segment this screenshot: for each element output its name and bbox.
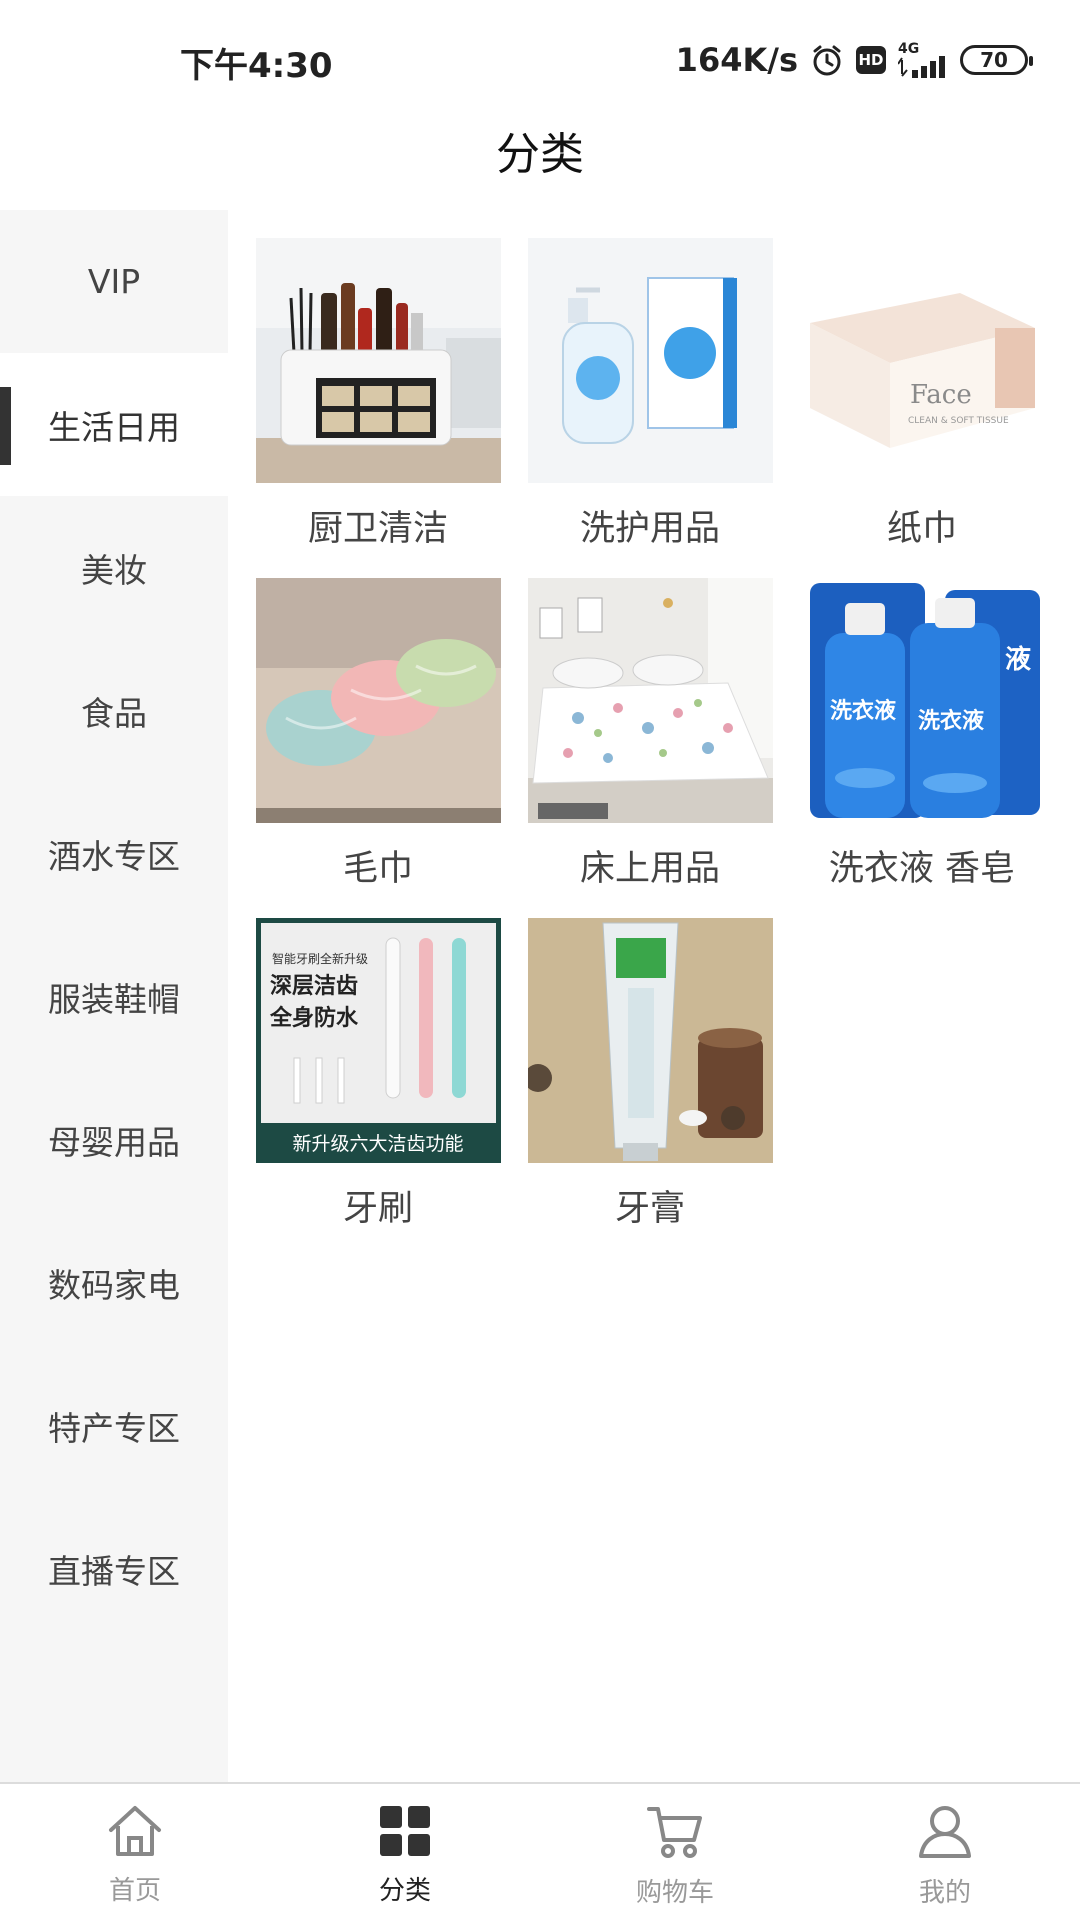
sidebar-item-label: 母婴用品 — [48, 1122, 180, 1162]
hd-icon: HD — [856, 46, 886, 74]
tab-label: 我的 — [918, 1878, 971, 1908]
detergent-brand-text: 洗衣液 — [830, 698, 896, 724]
tissue-sub-text: CLEAN & SOFT TISSUE — [908, 416, 1009, 426]
category-label: 纸巾 — [886, 509, 957, 549]
sidebar-item-label: 美妆 — [81, 550, 147, 590]
toothbrush-line3: 全身防水 — [269, 1005, 359, 1031]
sidebar-item-beauty[interactable]: 美妆 — [0, 496, 228, 639]
sidebar-item-label: 服装鞋帽 — [48, 979, 180, 1019]
tab-label: 购物车 — [635, 1878, 714, 1908]
toothbrush-line1: 智能牙刷全新升级 — [272, 951, 368, 966]
toothbrush-banner: 新升级六大洁齿功能 — [292, 1133, 463, 1155]
tab-home[interactable]: 首页 — [0, 1784, 270, 1920]
category-label: 牙刷 — [342, 1189, 413, 1229]
laundry-detergent-image: 液 洗衣液 洗衣液 — [800, 578, 1045, 823]
category-label: 洗衣液 香皂 — [828, 849, 1016, 889]
category-tile-tissue[interactable]: Face CLEAN & SOFT TISSUE 纸巾 — [772, 210, 1045, 549]
towels-image — [256, 578, 501, 823]
category-sidebar: VIP 生活日用 美妆 食品 酒水专区 服装鞋帽 母婴用品 数码家电 特产专区 … — [0, 210, 228, 1782]
category-label: 洗护用品 — [579, 509, 720, 549]
status-bar: 下午4:30 164K/s HD 4G 70 — [0, 0, 1080, 120]
sidebar-item-specialty[interactable]: 特产专区 — [0, 1354, 228, 1497]
sidebar-item-electronics[interactable]: 数码家电 — [0, 1211, 228, 1354]
sidebar-item-label: 数码家电 — [48, 1265, 180, 1305]
category-label: 床上用品 — [579, 849, 720, 889]
sidebar-item-label: VIP — [87, 262, 141, 301]
toothpaste-image — [528, 918, 773, 1163]
tab-category[interactable]: 分类 — [270, 1784, 540, 1920]
tissue-brand-text: Face — [910, 380, 972, 410]
sidebar-item-label: 食品 — [81, 693, 147, 733]
category-tile-toothpaste[interactable]: 牙膏 — [500, 890, 773, 1229]
sidebar-item-vip[interactable]: VIP — [0, 210, 228, 353]
category-label: 厨卫清洁 — [307, 509, 448, 549]
category-label: 毛巾 — [342, 849, 413, 889]
sidebar-item-label: 直播专区 — [48, 1551, 180, 1591]
category-tile-kitchen[interactable]: 厨卫清洁 — [228, 210, 501, 549]
category-tile-toiletries[interactable]: 洗护用品 — [500, 210, 773, 549]
status-time: 下午4:30 — [180, 46, 333, 86]
sidebar-item-label: 酒水专区 — [48, 836, 180, 876]
detergent-pack-text: 液 — [1005, 645, 1031, 675]
tab-label: 分类 — [378, 1876, 431, 1906]
alarm-icon — [810, 43, 844, 77]
home-icon — [107, 1804, 163, 1862]
bedding-image — [528, 578, 773, 823]
tab-profile[interactable]: 我的 — [810, 1784, 1080, 1920]
category-tile-bedding[interactable]: 床上用品 — [500, 550, 773, 889]
grid-icon — [378, 1804, 432, 1862]
category-tile-toothbrush[interactable]: 智能牙刷全新升级 深层洁齿 全身防水 新升级六大洁齿功能 牙刷 — [228, 890, 501, 1229]
sidebar-item-daily-use[interactable]: 生活日用 — [0, 353, 228, 496]
page-title: 分类 — [496, 129, 584, 180]
status-icons: 164K/s HD 4G 70 — [675, 38, 1033, 82]
lotion-bottle-image — [528, 238, 773, 483]
sidebar-item-drinks[interactable]: 酒水专区 — [0, 782, 228, 925]
bottom-tab-bar: 首页 分类 购物车 我的 — [0, 1782, 1080, 1920]
detergent-brand-text: 洗衣液 — [918, 708, 984, 734]
sidebar-item-baby[interactable]: 母婴用品 — [0, 1068, 228, 1211]
network-speed: 164K/s — [675, 41, 798, 79]
sidebar-item-apparel[interactable]: 服装鞋帽 — [0, 925, 228, 1068]
battery-level: 70 — [980, 48, 1008, 72]
signal-type: 4G — [898, 41, 920, 57]
user-icon — [917, 1804, 973, 1864]
category-label: 牙膏 — [614, 1189, 685, 1229]
cart-icon — [646, 1804, 704, 1864]
kitchen-rack-image — [256, 238, 501, 483]
category-tile-towels[interactable]: 毛巾 — [228, 550, 501, 889]
tab-label: 首页 — [108, 1876, 161, 1906]
signal-icon: 4G — [898, 42, 948, 78]
toothbrush-line2: 深层洁齿 — [270, 973, 358, 999]
sidebar-item-label: 生活日用 — [48, 407, 180, 447]
category-tile-laundry[interactable]: 液 洗衣液 洗衣液 洗衣液 香皂 — [772, 550, 1045, 889]
sidebar-item-food[interactable]: 食品 — [0, 639, 228, 782]
tissue-box-image: Face CLEAN & SOFT TISSUE — [800, 238, 1045, 483]
tab-cart[interactable]: 购物车 — [540, 1784, 810, 1920]
battery-icon: 70 — [960, 45, 1033, 75]
sidebar-item-label: 特产专区 — [48, 1408, 180, 1448]
electric-toothbrush-image: 智能牙刷全新升级 深层洁齿 全身防水 新升级六大洁齿功能 — [256, 918, 501, 1163]
sidebar-item-livestream[interactable]: 直播专区 — [0, 1497, 228, 1640]
